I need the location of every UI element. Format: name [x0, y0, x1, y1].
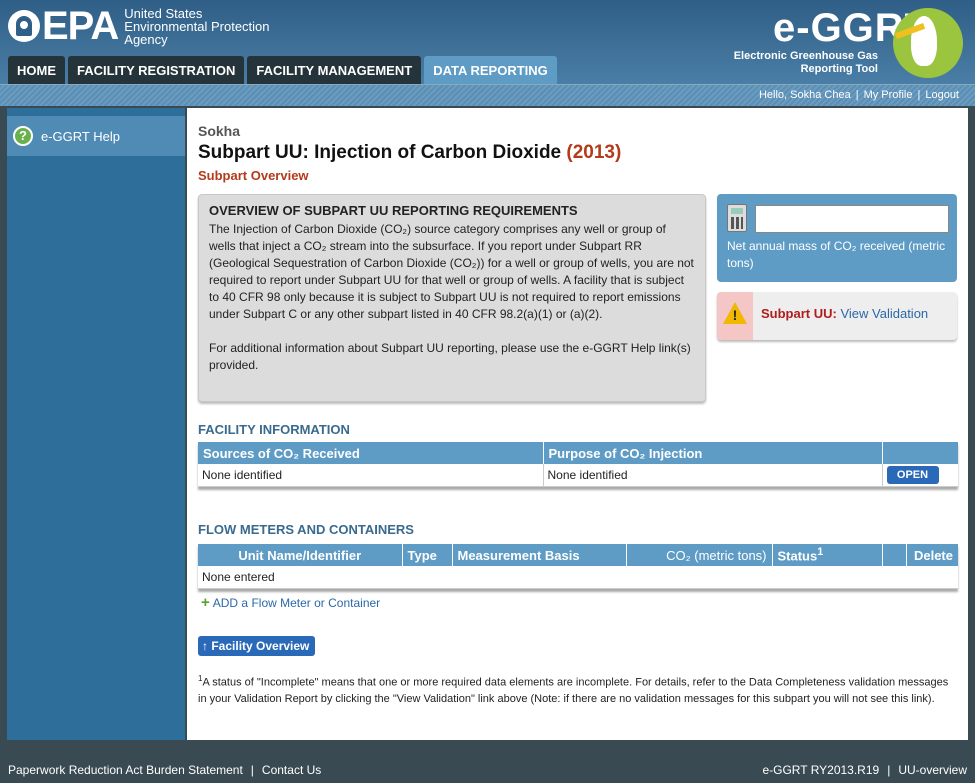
arrow-up-icon: ↑ — [202, 639, 208, 653]
logout-link[interactable]: Logout — [925, 89, 959, 101]
eggrt-subtitle-line-1: Electronic Greenhouse Gas — [733, 50, 878, 62]
agency-line-3: Agency — [124, 31, 168, 47]
main-content: Sokha Subpart UU: Injection of Carbon Di… — [187, 108, 968, 740]
table-cell: None identified — [543, 464, 883, 487]
main-nav: HOME FACILITY REGISTRATION FACILITY MANA… — [8, 56, 557, 84]
divider: | — [250, 763, 254, 777]
validation-text: Subpart UU: View Validation — [761, 306, 928, 321]
net-mass-value — [755, 205, 949, 233]
page-title-text: Subpart UU: Injection of Carbon Dioxide — [198, 142, 562, 163]
overview-paragraph-2: For additional information about Subpart… — [209, 341, 691, 372]
status-footnote-mark: 1 — [817, 546, 824, 559]
view-validation-link[interactable]: View Validation — [840, 306, 928, 321]
epa-seal-icon — [8, 10, 40, 42]
add-flow-meter-link[interactable]: + ADD a Flow Meter or Container — [201, 594, 381, 611]
footnote: 1A status of "Incomplete" means that one… — [198, 671, 958, 707]
validation-label: Subpart UU: — [761, 306, 837, 321]
facility-info-table: Sources of CO₂ Received Purpose of CO₂ I… — [198, 442, 958, 487]
net-mass-label: Net annual mass of CO₂ received (metric … — [727, 239, 946, 270]
epa-logo-text: EPA — [42, 4, 119, 48]
status-header-label: Status — [777, 548, 818, 564]
column-header: Type — [402, 544, 453, 566]
column-header-actions — [882, 442, 958, 464]
site-header: EPA United States Environmental Protecti… — [0, 0, 975, 84]
site-footer: Paperwork Reduction Act Burden Statement… — [0, 758, 975, 783]
column-header: Measurement Basis — [452, 544, 627, 566]
agency-line-1: United States — [124, 5, 203, 21]
empty-row-cell: None entered — [198, 566, 958, 589]
warning-exclamation: ! — [732, 307, 738, 323]
agency-line-2: Environmental Protection — [124, 18, 270, 34]
page-id: UU-overview — [898, 763, 967, 777]
net-mass-panel: Net annual mass of CO₂ received (metric … — [717, 194, 957, 282]
flow-meters-table: Unit Name/Identifier Type Measurement Ba… — [198, 544, 958, 589]
version-text: e-GGRT RY2013.R19 — [762, 763, 880, 777]
user-bar: Hello, Sokha Chea | My Profile | Logout — [0, 84, 975, 106]
eggrt-logo-subtitle: Electronic Greenhouse Gas Reporting Tool — [733, 50, 878, 76]
column-header: Sources of CO₂ Received — [198, 442, 544, 464]
add-flow-meter-label: ADD a Flow Meter or Container — [212, 596, 381, 610]
overview-paragraph-1: The Injection of Carbon Dioxide (CO₂) so… — [209, 222, 694, 321]
page-subtitle: Subpart Overview — [198, 168, 309, 183]
flow-meters-heading: FLOW METERS AND CONTAINERS — [198, 522, 414, 537]
column-header-blank — [882, 544, 907, 566]
user-greeting: Hello, Sokha Chea — [758, 89, 851, 101]
my-profile-link[interactable]: My Profile — [864, 89, 913, 101]
page-title: Subpart UU: Injection of Carbon Dioxide … — [198, 142, 621, 164]
column-header: Delete — [906, 544, 958, 566]
table-cell: None identified — [198, 464, 544, 487]
calculator-icon — [727, 204, 747, 232]
column-header-status: Status1 — [772, 544, 883, 566]
sidebar-item-help[interactable]: ? e-GGRT Help — [7, 116, 185, 156]
table-header-row: Sources of CO₂ Received Purpose of CO₂ I… — [198, 442, 958, 464]
warning-cell: ! — [717, 292, 753, 340]
facility-name: Sokha — [198, 123, 241, 139]
validation-panel: ! Subpart UU: View Validation — [717, 292, 957, 340]
eggrt-subtitle-line-2: Reporting Tool — [800, 63, 878, 75]
column-header: Unit Name/Identifier — [198, 544, 403, 566]
table-row: None entered — [198, 566, 958, 589]
facility-overview-button[interactable]: ↑ Facility Overview — [198, 636, 315, 656]
user-links: Hello, Sokha Chea | My Profile | Logout — [759, 89, 959, 101]
contact-us-link[interactable]: Contact Us — [262, 763, 321, 777]
column-header: Purpose of CO₂ Injection — [543, 442, 883, 464]
help-icon: ? — [13, 126, 33, 146]
egret-bird-icon — [893, 8, 963, 78]
sidebar: ? e-GGRT Help — [7, 108, 185, 740]
table-header-row: Unit Name/Identifier Type Measurement Ba… — [198, 544, 958, 566]
tab-facility-management[interactable]: FACILITY MANAGEMENT — [247, 56, 422, 84]
tab-facility-registration[interactable]: FACILITY REGISTRATION — [68, 56, 245, 84]
paperwork-link[interactable]: Paperwork Reduction Act Burden Statement — [8, 763, 243, 777]
open-button[interactable]: OPEN — [886, 465, 939, 484]
table-row: None identified None identified OPEN — [198, 464, 958, 487]
facility-overview-label: Facility Overview — [211, 639, 310, 653]
divider: | — [917, 89, 921, 101]
facility-info-heading: FACILITY INFORMATION — [198, 422, 350, 437]
footnote-text: A status of "Incomplete" means that one … — [198, 676, 949, 705]
tab-home[interactable]: HOME — [8, 56, 65, 84]
divider: | — [855, 89, 859, 101]
column-header: CO₂ (metric tons) — [626, 544, 773, 566]
footer-version: e-GGRT RY2013.R19 | UU-overview — [762, 763, 967, 777]
sidebar-item-label: e-GGRT Help — [41, 128, 120, 144]
overview-heading: OVERVIEW OF SUBPART UU REPORTING REQUIRE… — [209, 203, 578, 218]
footer-links: Paperwork Reduction Act Burden Statement… — [8, 763, 321, 777]
reporting-year: (2013) — [566, 142, 622, 163]
eggrt-logo[interactable]: e-GGRT Electronic Greenhouse Gas Reporti… — [733, 4, 963, 82]
divider: | — [887, 763, 891, 777]
overview-box: OVERVIEW OF SUBPART UU REPORTING REQUIRE… — [198, 194, 706, 402]
table-cell-actions: OPEN — [882, 464, 958, 487]
epa-logo[interactable]: EPA United States Environmental Protecti… — [8, 6, 270, 46]
agency-name: United States Environmental Protection A… — [124, 7, 269, 46]
plus-icon: + — [201, 594, 210, 611]
tab-data-reporting[interactable]: DATA REPORTING — [424, 56, 557, 84]
